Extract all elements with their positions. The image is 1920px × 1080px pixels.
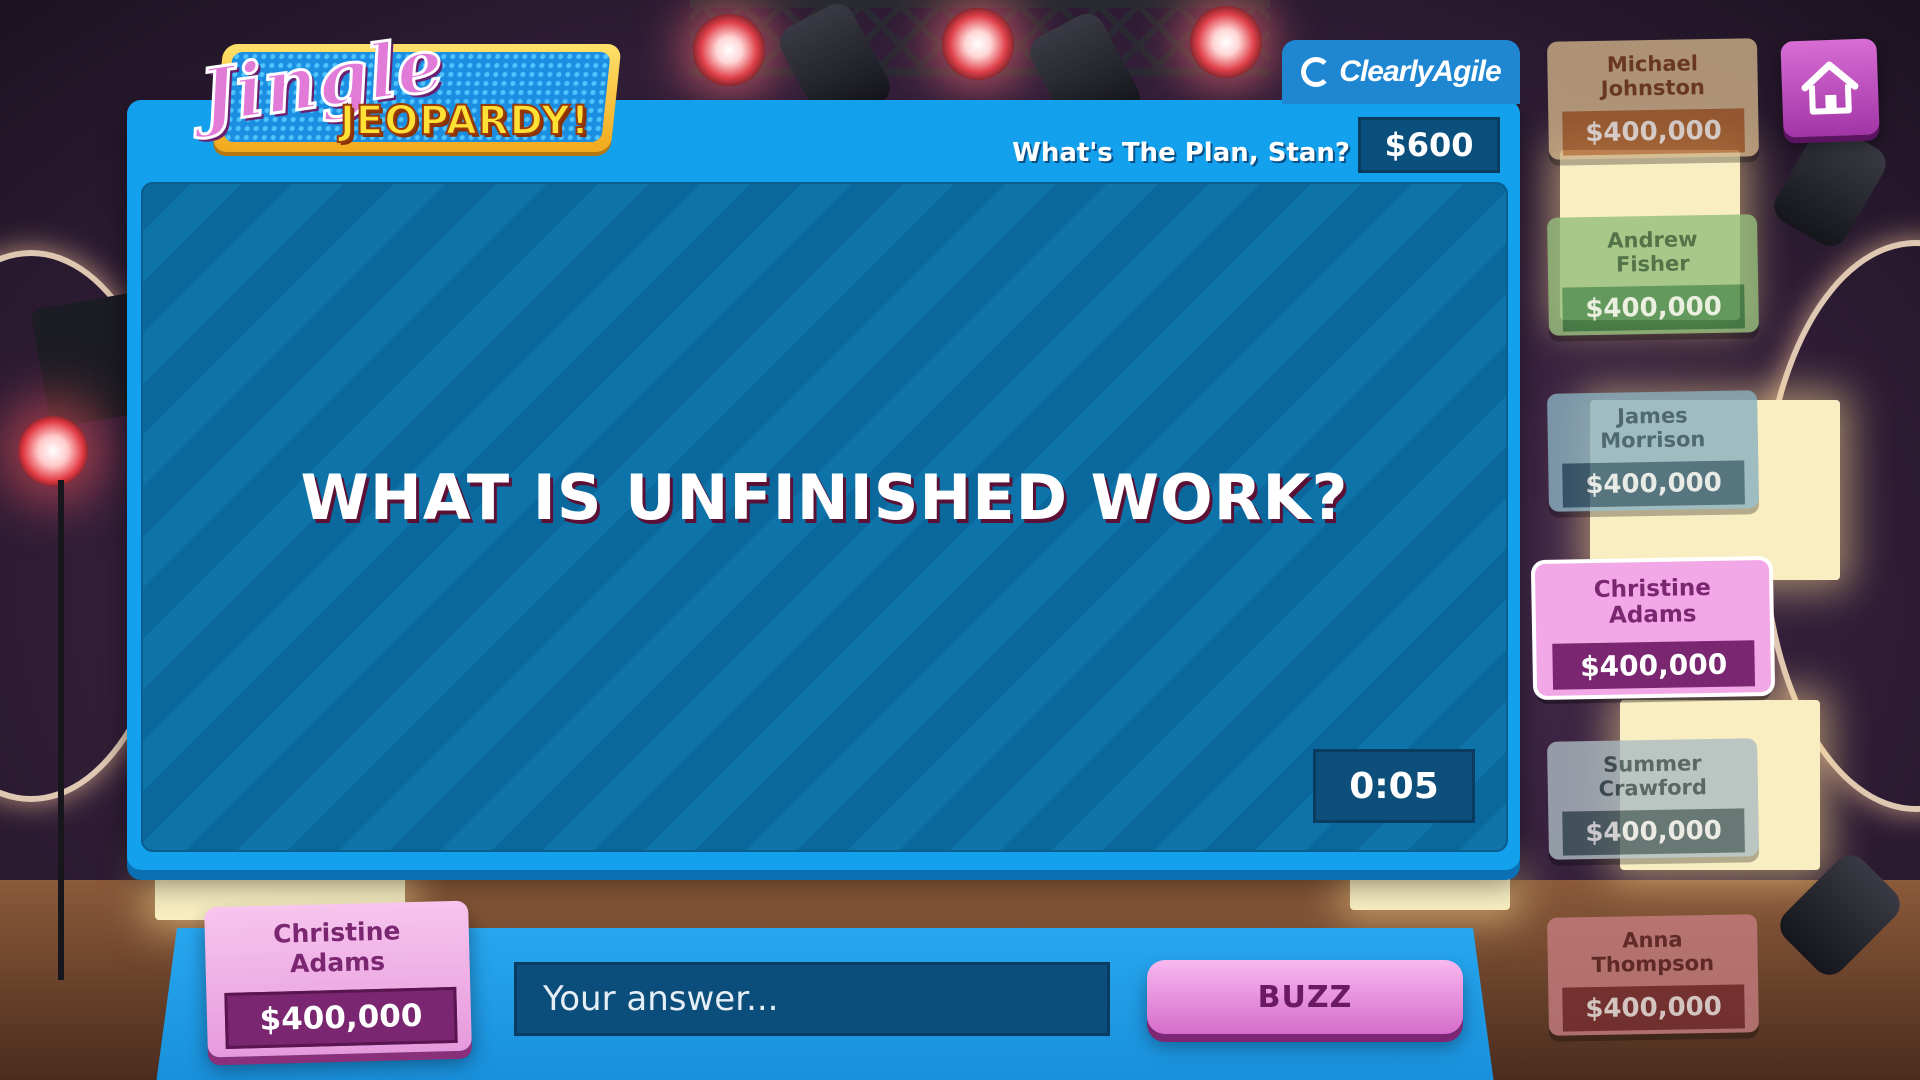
stage-spotlight	[1767, 117, 1893, 253]
contestant-card: Anna Thompson $400,000	[1546, 914, 1760, 1036]
contestant-name: James Morrison	[1600, 403, 1706, 453]
category-label: What's The Plan, Stan?	[1012, 138, 1350, 168]
brand-tab: ClearlyAgile	[1282, 40, 1520, 104]
floor-lamp-light	[18, 416, 88, 486]
player-score: $400,000	[224, 986, 458, 1049]
answer-input[interactable]	[514, 962, 1110, 1036]
clearlyagile-logo-icon	[1301, 57, 1332, 87]
contestant-name: Michael Johnston	[1600, 51, 1706, 101]
clue-text: WHAT IS UNFINISHED WORK?	[300, 460, 1349, 534]
contestant-name: Anna Thompson	[1591, 927, 1715, 978]
clue-value: $600	[1358, 117, 1500, 173]
contestant-score: $400,000	[1562, 808, 1745, 856]
contestant-card: Christine Adams $400,000	[1534, 559, 1772, 697]
stage-light	[693, 14, 765, 86]
brand-name: ClearlyAgile	[1339, 55, 1501, 88]
stage-light	[942, 8, 1014, 80]
game-screen: Jingle JEOPARDY! ClearlyAgile What's The…	[0, 0, 1920, 1080]
player-name: Christine Adams	[272, 916, 401, 979]
buzz-button[interactable]: BUZZ	[1147, 960, 1463, 1034]
contestant-card: James Morrison $400,000	[1546, 390, 1760, 512]
studio-light-panel	[1350, 870, 1510, 910]
contestant-name: Summer Crawford	[1598, 751, 1708, 801]
home-button[interactable]	[1780, 38, 1880, 138]
home-icon	[1801, 61, 1859, 115]
clue-panel: WHAT IS UNFINISHED WORK?	[141, 182, 1508, 852]
game-logo: Jingle JEOPARDY!	[194, 20, 622, 158]
contestant-score: $400,000	[1562, 984, 1745, 1032]
floor-lamp-tripod	[58, 480, 64, 980]
contestant-name: Christine Adams	[1593, 574, 1712, 629]
contestant-score: $400,000	[1562, 460, 1745, 508]
contestant-score: $400,000	[1552, 640, 1756, 690]
contestant-score: $400,000	[1562, 284, 1745, 332]
stage-light	[1190, 6, 1262, 78]
player-card: Christine Adams $400,000	[204, 900, 472, 1058]
countdown-timer: 0:05	[1313, 749, 1475, 823]
contestant-card: Michael Johnston $400,000	[1546, 38, 1760, 160]
contestant-score: $400,000	[1562, 108, 1745, 156]
contestant-name: Andrew Fisher	[1607, 227, 1698, 277]
contestant-card: Andrew Fisher $400,000	[1546, 214, 1760, 336]
logo-block-text: JEOPARDY!	[339, 97, 591, 145]
contestant-card: Summer Crawford $400,000	[1546, 738, 1760, 860]
